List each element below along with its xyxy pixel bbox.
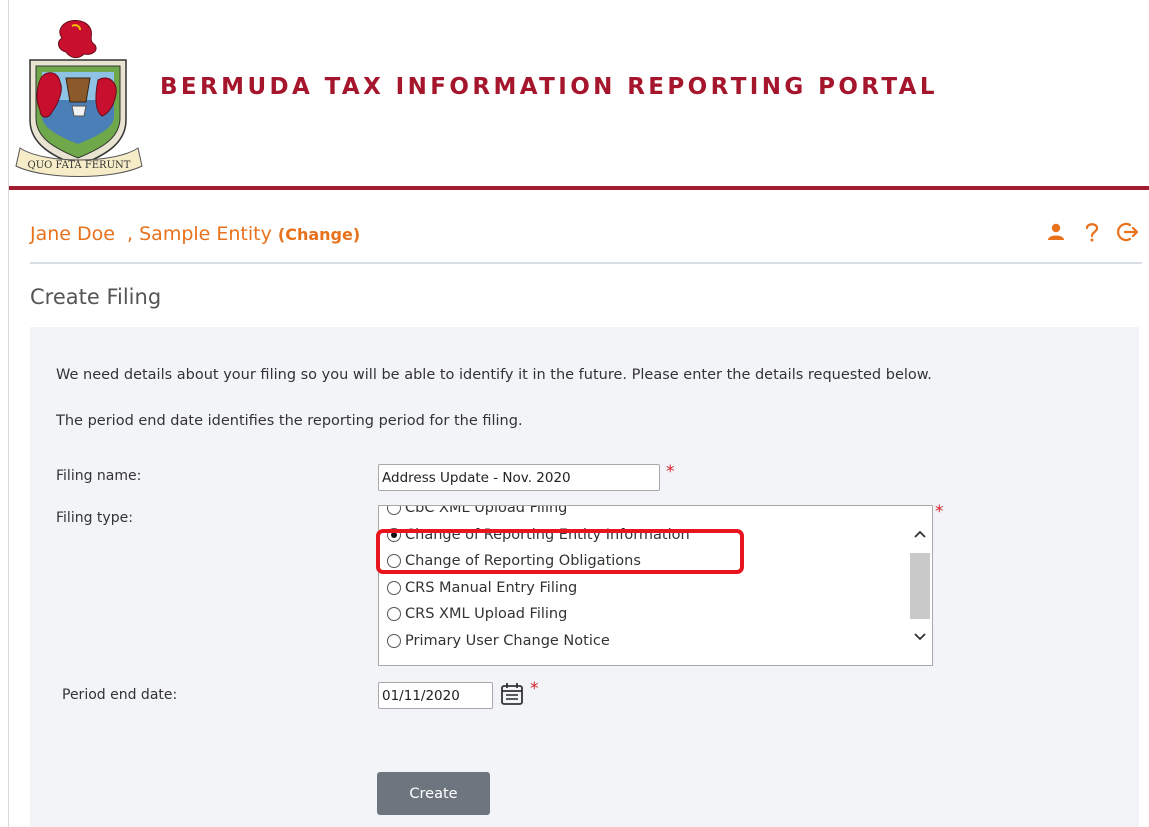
radio-button-selected[interactable] <box>387 527 401 542</box>
option-label: Change of Reporting Obligations <box>405 553 641 570</box>
filing-type-option[interactable]: CbC XML Upload Filing <box>379 505 904 522</box>
user-bar-divider <box>30 262 1142 264</box>
intro-text: We need details about your filing so you… <box>56 367 932 383</box>
create-filing-form: We need details about your filing so you… <box>30 327 1139 827</box>
help-icon[interactable] <box>1081 221 1103 243</box>
user-icon[interactable] <box>1045 221 1067 243</box>
radio-button[interactable] <box>387 580 401 595</box>
radio-button[interactable] <box>387 633 401 648</box>
scrollbar-thumb[interactable] <box>910 553 930 619</box>
entity-name: Sample Entity <box>139 223 272 245</box>
logout-icon[interactable] <box>1117 221 1139 243</box>
filing-type-label: Filing type: <box>56 510 133 526</box>
user-name: Jane Doe <box>30 223 115 245</box>
filing-name-required-marker: * <box>666 462 675 482</box>
period-end-required-marker: * <box>530 679 539 699</box>
filing-name-input[interactable] <box>378 464 660 491</box>
period-end-date-input[interactable] <box>378 682 493 709</box>
user-entity-label: Jane Doe , Sample Entity (Change) <box>30 223 360 245</box>
option-label: CbC XML Upload Filing <box>405 505 568 517</box>
option-label: Change of Reporting Entity Information <box>405 526 690 543</box>
crest-motto-text: QUO FATA FERUNT <box>28 160 131 171</box>
option-label: Primary User Change Notice <box>405 632 610 649</box>
user-bar: Jane Doe , Sample Entity (Change) <box>9 190 1149 264</box>
radio-button[interactable] <box>387 554 401 569</box>
create-button[interactable]: Create <box>377 772 490 815</box>
portal-title: BERMUDA TAX INFORMATION REPORTING PORTAL <box>160 74 938 100</box>
filing-type-option-selected[interactable]: Change of Reporting Entity Information <box>379 522 904 549</box>
page-title: Create Filing <box>30 285 162 309</box>
user-actions <box>1045 221 1139 243</box>
filing-type-scrollbar[interactable] <box>908 506 932 665</box>
filing-type-option[interactable]: Primary User Change Notice <box>379 628 904 655</box>
period-note-text: The period end date identifies the repor… <box>56 413 523 429</box>
name-separator: , <box>127 223 134 245</box>
scroll-down-icon[interactable] <box>908 625 932 649</box>
scroll-up-icon[interactable] <box>908 522 932 546</box>
filing-type-required-marker: * <box>935 502 944 522</box>
option-label: CRS XML Upload Filing <box>405 606 568 623</box>
radio-button[interactable] <box>387 607 401 622</box>
filing-type-option[interactable]: CRS XML Upload Filing <box>379 601 904 628</box>
filing-type-option[interactable]: Change of Reporting Obligations <box>379 548 904 575</box>
change-entity-link[interactable]: (Change) <box>278 225 360 244</box>
calendar-icon[interactable] <box>499 681 525 707</box>
bermuda-crest-logo[interactable]: QUO FATA FERUNT <box>14 20 144 180</box>
filing-type-options: CbC XML Upload Filing Change of Reportin… <box>379 505 904 655</box>
filing-type-list[interactable]: CbC XML Upload Filing Change of Reportin… <box>378 505 933 666</box>
option-label: CRS Manual Entry Filing <box>405 579 578 596</box>
filing-type-option[interactable]: CRS Manual Entry Filing <box>379 575 904 602</box>
period-end-label: Period end date: <box>62 687 178 703</box>
radio-button[interactable] <box>387 506 401 516</box>
filing-name-label: Filing name: <box>56 468 142 484</box>
